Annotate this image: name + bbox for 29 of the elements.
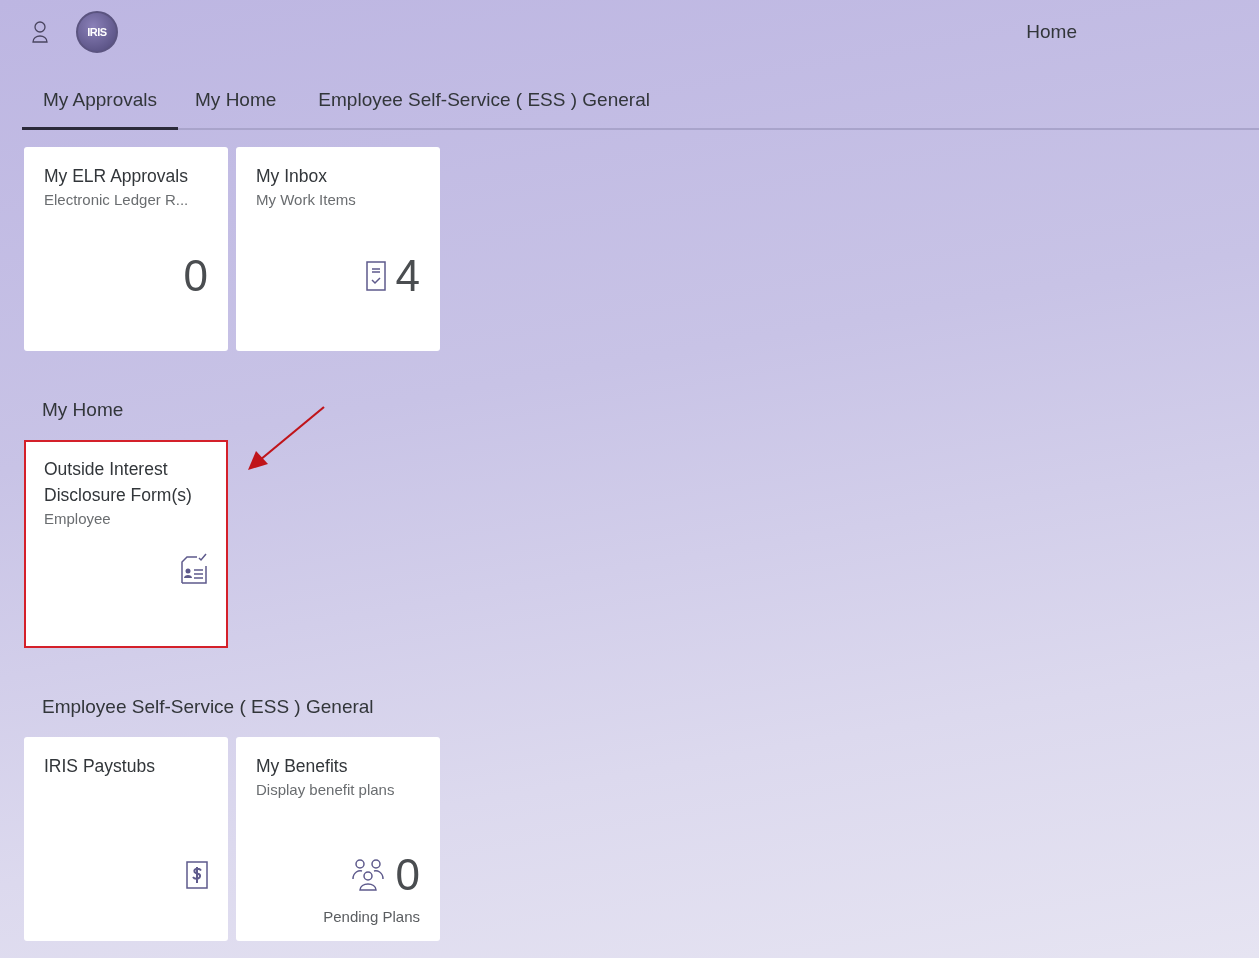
tile-count: 0 bbox=[395, 852, 420, 898]
id-card-icon bbox=[180, 552, 208, 584]
people-group-icon bbox=[349, 859, 386, 891]
tile[interactable]: My Benefits Display benefit plans 0 Pending Plans bbox=[236, 737, 440, 941]
tile-title: My Benefits bbox=[256, 755, 349, 778]
user-icon bbox=[32, 21, 48, 43]
tile-subtitle: Electronic Ledger R... bbox=[44, 191, 190, 208]
tile-title: My Inbox bbox=[256, 165, 328, 188]
logo: IRIS bbox=[76, 11, 118, 53]
page-title: Home bbox=[1026, 21, 1077, 43]
tile[interactable]: Outside Interest Disclosure Form(s) Employee bbox=[24, 440, 228, 648]
tab[interactable]: My Approvals bbox=[22, 76, 179, 130]
tile-subtitle: My Work Items bbox=[256, 191, 357, 208]
tile-title: Outside Interest Disclosure Form(s) bbox=[44, 458, 193, 507]
tile[interactable]: IRIS Paystubs bbox=[24, 737, 228, 941]
tile-title: My ELR Approvals bbox=[44, 165, 189, 188]
tile-count: 0 bbox=[183, 253, 208, 299]
tile-title: IRIS Paystubs bbox=[44, 755, 156, 778]
tile[interactable]: My ELR Approvals Electronic Ledger R... 0 bbox=[24, 147, 228, 351]
tile[interactable]: My Inbox My Work Items 4 bbox=[236, 147, 440, 351]
tile-subtitle: Employee bbox=[44, 510, 112, 527]
tile-count: 4 bbox=[395, 253, 420, 299]
tile-subtitle: Display benefit plans bbox=[256, 781, 396, 798]
document-check-icon bbox=[365, 261, 386, 291]
section-heading: Employee Self-Service ( ESS ) General bbox=[41, 695, 375, 719]
tab[interactable]: Employee Self-Service ( ESS ) General bbox=[297, 76, 671, 128]
dollar-document-icon bbox=[186, 861, 208, 889]
section-heading: My Home bbox=[41, 398, 125, 422]
tile-footer: Pending Plans bbox=[256, 908, 420, 925]
